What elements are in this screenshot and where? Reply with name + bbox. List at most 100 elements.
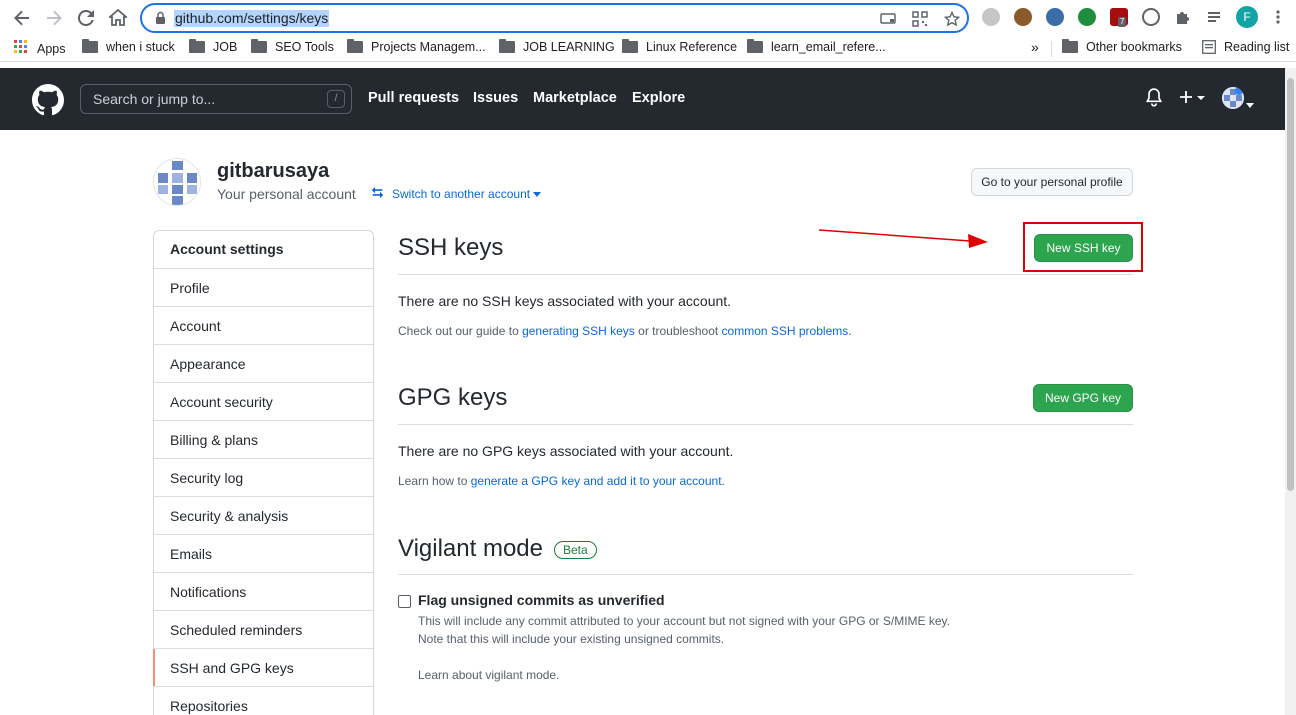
sidebar-item-ssh-gpg-keys[interactable]: SSH and GPG keys	[153, 649, 373, 687]
note-text: Check out our guide to	[398, 324, 523, 338]
page-scrollbar[interactable]	[1285, 68, 1296, 715]
extension-ublock-icon[interactable]: 7	[1110, 8, 1128, 27]
switch-arrows-icon	[371, 186, 384, 202]
extension-compass-icon[interactable]	[1046, 8, 1064, 26]
common-ssh-problems-link[interactable]: common SSH problems	[722, 324, 849, 338]
new-gpg-key-button[interactable]: New GPG key	[1033, 384, 1133, 412]
bookmark-apps[interactable]: Apps	[14, 40, 66, 57]
extension-green-icon[interactable]	[1078, 8, 1096, 26]
bookmark-folder[interactable]: JOB	[189, 39, 238, 54]
nav-explore[interactable]: Explore	[632, 90, 685, 106]
sidebar-item-profile[interactable]: Profile	[154, 269, 373, 307]
sidebar-heading: Account settings	[154, 231, 373, 269]
vigilant-note-line2: Note that this will include your existin…	[418, 632, 725, 646]
gpg-keys-title: GPG keys	[398, 384, 508, 411]
folder-icon	[499, 39, 515, 53]
profile-avatar[interactable]: F	[1236, 6, 1258, 28]
sidebar-item-billing[interactable]: Billing & plans	[154, 421, 373, 459]
flag-unsigned-commits-label[interactable]: Flag unsigned commits as unverified	[418, 592, 665, 608]
user-avatar-menu[interactable]	[1222, 87, 1244, 109]
address-bar[interactable]: github.com/settings/keys	[140, 3, 969, 33]
home-icon[interactable]	[106, 6, 130, 30]
bookmark-folder[interactable]: learn_email_refere...	[747, 39, 886, 54]
more-menu-icon[interactable]	[1276, 9, 1280, 25]
sidebar-item-appearance[interactable]: Appearance	[154, 345, 373, 383]
go-to-profile-button[interactable]: Go to your personal profile	[971, 168, 1133, 196]
reading-list-icon[interactable]	[1206, 8, 1224, 26]
sidebar-item-notifications[interactable]: Notifications	[154, 573, 373, 611]
github-header: Search or jump to... / Pull requests Iss…	[0, 68, 1285, 130]
nav-issues[interactable]: Issues	[473, 90, 518, 106]
ssh-empty-text: There are no SSH keys associated with yo…	[398, 293, 732, 309]
section-divider	[398, 274, 1133, 275]
github-logo-icon[interactable]	[32, 84, 64, 116]
note-text: or troubleshoot	[634, 324, 722, 338]
note-text: .	[848, 324, 852, 338]
sidebar-item-account-security[interactable]: Account security	[154, 383, 373, 421]
bookmark-label: Reading list	[1224, 40, 1290, 54]
section-divider	[398, 424, 1133, 425]
nav-marketplace[interactable]: Marketplace	[533, 90, 617, 106]
extension-k-icon[interactable]	[982, 8, 1000, 26]
sidebar-item-scheduled-reminders[interactable]: Scheduled reminders	[154, 611, 373, 649]
avatar-caret-icon[interactable]	[1246, 96, 1254, 114]
flag-unsigned-commits-checkbox[interactable]	[398, 595, 411, 608]
bookmarks-bar: Apps when i stuck JOB SEO Tools Projects…	[0, 36, 1296, 62]
folder-icon	[347, 39, 363, 53]
url-text[interactable]: github.com/settings/keys	[174, 10, 330, 27]
star-icon[interactable]	[943, 10, 961, 27]
puzzle-icon[interactable]	[1174, 8, 1192, 26]
cast-icon[interactable]	[880, 11, 896, 27]
gpg-empty-text: There are no GPG keys associated with yo…	[398, 443, 734, 459]
bookmark-label: Projects Managem...	[371, 40, 486, 54]
extension-c-icon[interactable]	[1142, 8, 1160, 26]
lock-icon	[155, 11, 166, 30]
bell-icon[interactable]	[1145, 88, 1163, 113]
bookmark-folder[interactable]: SEO Tools	[251, 39, 334, 54]
bookmark-label: JOB	[213, 40, 238, 54]
create-new-dropdown[interactable]	[1179, 88, 1207, 113]
ssh-keys-title: SSH keys	[398, 234, 504, 261]
bookmark-label: learn_email_refere...	[771, 40, 886, 54]
bookmark-other[interactable]: Other bookmarks	[1062, 39, 1182, 54]
bookmark-folder[interactable]: JOB LEARNING	[499, 39, 615, 54]
folder-icon	[747, 39, 763, 53]
search-shortcut-hint: /	[327, 90, 345, 108]
folder-icon	[1062, 39, 1078, 53]
generating-ssh-keys-link[interactable]: generating SSH keys	[522, 324, 635, 338]
extension-fox-icon[interactable]	[1014, 8, 1032, 26]
sidebar-item-security-analysis[interactable]: Security & analysis	[154, 497, 373, 535]
bookmark-reading-list[interactable]: Reading list	[1202, 40, 1289, 54]
account-username: gitbarusaya	[217, 160, 330, 182]
apps-grid-icon	[14, 40, 28, 57]
switch-account-link[interactable]: Switch to another account	[371, 186, 542, 202]
bookmark-folder[interactable]: Projects Managem...	[347, 39, 486, 54]
bookmark-label: when i stuck	[106, 40, 175, 54]
switch-account-label: Switch to another account	[392, 187, 531, 201]
generate-gpg-key-link[interactable]: generate a GPG key and add it to your ac…	[471, 474, 722, 488]
bookmark-folder[interactable]: Linux Reference	[622, 39, 738, 54]
annotation-highlight-box	[1023, 222, 1143, 272]
bookmark-folder[interactable]: when i stuck	[82, 39, 175, 54]
qr-code-icon[interactable]	[912, 11, 928, 27]
bookmarks-overflow[interactable]: »	[1031, 39, 1039, 55]
scrollbar-thumb[interactable]	[1287, 78, 1294, 491]
back-icon[interactable]	[10, 6, 34, 30]
reading-list-icon	[1202, 40, 1216, 54]
sidebar-item-repositories[interactable]: Repositories	[154, 687, 373, 715]
account-subtitle: Your personal account	[217, 186, 356, 202]
sidebar-item-emails[interactable]: Emails	[154, 535, 373, 573]
settings-sidebar: Account settings Profile Account Appeara…	[153, 230, 374, 715]
forward-icon[interactable]	[42, 6, 66, 30]
sidebar-item-account[interactable]: Account	[154, 307, 373, 345]
search-input[interactable]: Search or jump to... /	[80, 84, 352, 114]
bookmark-label: JOB LEARNING	[523, 40, 615, 54]
vigilant-note-line1: This will include any commit attributed …	[418, 614, 951, 628]
bookmark-label: Linux Reference	[646, 40, 738, 54]
bookmark-label: SEO Tools	[275, 40, 334, 54]
reload-icon[interactable]	[74, 6, 98, 30]
nav-pull-requests[interactable]: Pull requests	[368, 90, 459, 106]
vigilant-mode-title: Vigilant mode	[398, 535, 543, 562]
sidebar-item-security-log[interactable]: Security log	[154, 459, 373, 497]
learn-vigilant-mode-link[interactable]: Learn about vigilant mode.	[418, 668, 559, 682]
